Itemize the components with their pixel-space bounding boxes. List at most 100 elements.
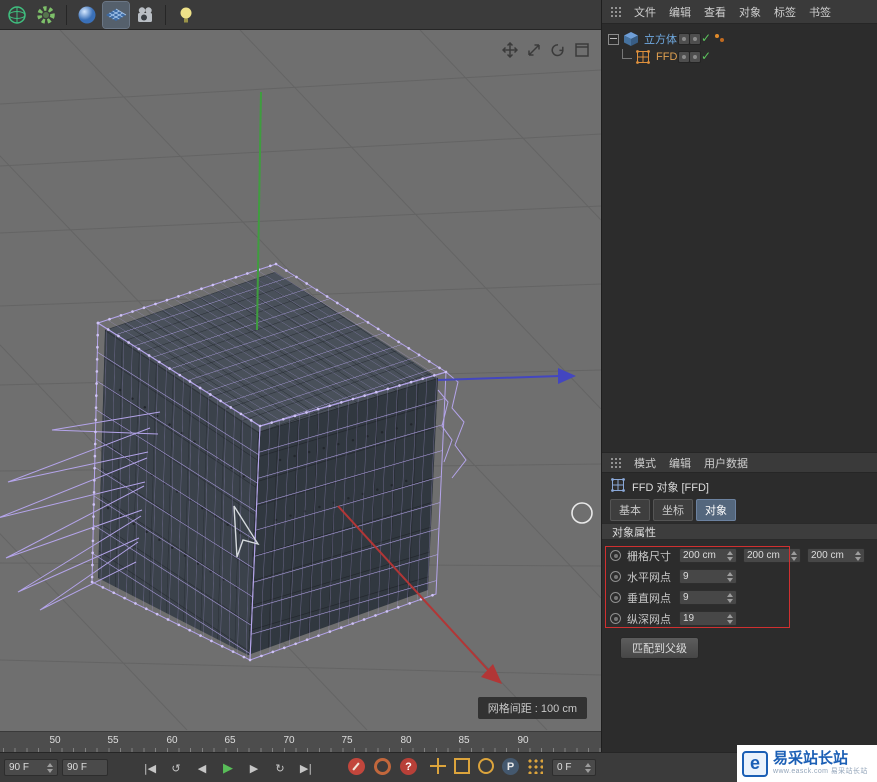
- tab-object[interactable]: 对象: [696, 499, 736, 521]
- display-tag-icon[interactable]: [715, 34, 727, 45]
- stepper[interactable]: [44, 763, 53, 773]
- axis-z[interactable]: [438, 368, 576, 384]
- tick-label: 65: [224, 735, 235, 746]
- frame-range-value: 90 F: [67, 762, 87, 773]
- horizontal-points-field[interactable]: 9: [679, 569, 737, 584]
- zoom-view-icon[interactable]: [526, 42, 543, 59]
- tab-basic[interactable]: 基本: [610, 499, 650, 521]
- current-frame-value: 0 F: [557, 762, 571, 773]
- watermark-logo-icon: e: [742, 751, 768, 777]
- property-label: 垂直网点: [627, 590, 679, 606]
- play-button[interactable]: ▶: [216, 757, 240, 779]
- stepper[interactable]: [724, 614, 733, 624]
- keyframe-circle-icon[interactable]: [610, 550, 621, 561]
- object-tree[interactable]: 立方体 ✓ FFD ✓: [602, 24, 877, 452]
- stepper[interactable]: [788, 551, 797, 561]
- goto-end-button[interactable]: ▶|: [294, 757, 318, 779]
- enabled-check-icon[interactable]: ✓: [701, 31, 711, 45]
- stepper[interactable]: [724, 593, 733, 603]
- expand-icon[interactable]: [608, 34, 619, 45]
- menu-bookmarks[interactable]: 书签: [809, 4, 831, 20]
- grid-size-z-field[interactable]: 200 cm: [807, 548, 865, 563]
- white-circle-handle[interactable]: [572, 503, 592, 523]
- attribute-tabs: 基本 坐标 对象: [610, 499, 736, 521]
- next-key-button[interactable]: ↻: [268, 757, 292, 779]
- record-keyframe-icon[interactable]: [348, 758, 365, 775]
- camera-icon[interactable]: [132, 2, 158, 28]
- gear-icon[interactable]: [33, 2, 59, 28]
- timeline-ruler[interactable]: 50 55 60 65 70 75 80 85 90: [0, 731, 601, 753]
- object-row-ffd[interactable]: FFD ✓: [608, 48, 877, 66]
- field-value: 9: [683, 592, 689, 603]
- field-value: 200 cm: [811, 550, 844, 561]
- panel-grip-icon[interactable]: [610, 6, 621, 17]
- render-visibility-toggle[interactable]: [689, 51, 701, 63]
- keyframe-circle-icon[interactable]: [610, 571, 621, 582]
- current-frame-field[interactable]: 0 F: [552, 759, 596, 776]
- record-position-icon[interactable]: [430, 758, 446, 774]
- tick-label: 55: [107, 735, 118, 746]
- menu-file[interactable]: 文件: [634, 4, 656, 20]
- wire-sphere-icon[interactable]: [4, 2, 30, 28]
- stepper[interactable]: [582, 763, 591, 773]
- record-scale-icon[interactable]: [454, 758, 470, 774]
- next-frame-button[interactable]: ▶: [242, 757, 266, 779]
- menu-view[interactable]: 查看: [704, 4, 726, 20]
- grid-size-y-field[interactable]: 200 cm: [743, 548, 801, 563]
- tab-coord[interactable]: 坐标: [653, 499, 693, 521]
- frame-end-field[interactable]: 90 F: [4, 759, 58, 776]
- record-pla-icon[interactable]: [527, 758, 543, 774]
- attribute-manager-menu: 模式 编辑 用户数据: [602, 452, 877, 473]
- light-icon[interactable]: [173, 2, 199, 28]
- record-rotation-icon[interactable]: [478, 758, 494, 774]
- fit-to-parent-button[interactable]: 匹配到父级: [620, 637, 699, 659]
- stepper[interactable]: [852, 551, 861, 561]
- autokey-icon[interactable]: [374, 758, 391, 775]
- record-parameter-icon[interactable]: P: [502, 758, 519, 775]
- ffd-lattice[interactable]: [0, 264, 466, 660]
- section-header: 对象属性: [602, 523, 877, 540]
- frame-range-field[interactable]: 90 F: [62, 759, 108, 776]
- rotate-view-icon[interactable]: [550, 42, 567, 59]
- sphere-icon[interactable]: [74, 2, 100, 28]
- panel-grip-icon[interactable]: [610, 457, 621, 468]
- grid-size-x-field[interactable]: 200 cm: [679, 548, 737, 563]
- tick-label: 50: [49, 735, 60, 746]
- enabled-check-icon[interactable]: ✓: [701, 49, 711, 63]
- field-value: 200 cm: [683, 550, 716, 561]
- object-row-cube[interactable]: 立方体 ✓: [608, 30, 877, 48]
- menu-objects[interactable]: 对象: [739, 4, 761, 20]
- property-row-grid-size: 栅格尺寸 200 cm 200 cm 200 cm: [602, 545, 877, 566]
- goto-start-button[interactable]: |◀: [138, 757, 162, 779]
- stepper[interactable]: [724, 572, 733, 582]
- tick-label: 85: [458, 735, 469, 746]
- keyframe-selection-icon[interactable]: ?: [400, 758, 417, 775]
- keyframe-circle-icon[interactable]: [610, 592, 621, 603]
- viewport-canvas[interactable]: [0, 30, 601, 731]
- stepper[interactable]: [724, 551, 733, 561]
- object-manager-menu: 文件 编辑 查看 对象 标签 书签: [602, 0, 877, 24]
- depth-points-field[interactable]: 19: [679, 611, 737, 626]
- watermark: e 易采站长站 www.easck.com 易采站长站: [737, 745, 877, 782]
- grid-plane-icon[interactable]: [103, 2, 129, 28]
- object-label[interactable]: FFD: [656, 51, 677, 63]
- menu-userdata[interactable]: 用户数据: [704, 455, 748, 471]
- prev-frame-button[interactable]: ◀: [190, 757, 214, 779]
- pan-view-icon[interactable]: [502, 42, 519, 59]
- object-label[interactable]: 立方体: [644, 31, 677, 47]
- vertical-points-field[interactable]: 9: [679, 590, 737, 605]
- menu-mode[interactable]: 模式: [634, 455, 656, 471]
- maximize-view-icon[interactable]: [574, 42, 591, 59]
- render-visibility-toggle[interactable]: [689, 33, 701, 45]
- prev-key-button[interactable]: ↺: [164, 757, 188, 779]
- viewport[interactable]: 网格间距 : 100 cm: [0, 30, 601, 731]
- menu-edit[interactable]: 编辑: [669, 4, 691, 20]
- grid-spacing-label: 网格间距 : 100 cm: [478, 697, 587, 719]
- field-value: 19: [683, 613, 694, 624]
- attribute-title-text: FFD 对象 [FFD]: [632, 479, 709, 495]
- menu-tags[interactable]: 标签: [774, 4, 796, 20]
- menu-edit[interactable]: 编辑: [669, 455, 691, 471]
- viewport-nav: [502, 42, 591, 59]
- right-panel: 文件 编辑 查看 对象 标签 书签 立方体 ✓: [601, 0, 877, 752]
- keyframe-circle-icon[interactable]: [610, 613, 621, 624]
